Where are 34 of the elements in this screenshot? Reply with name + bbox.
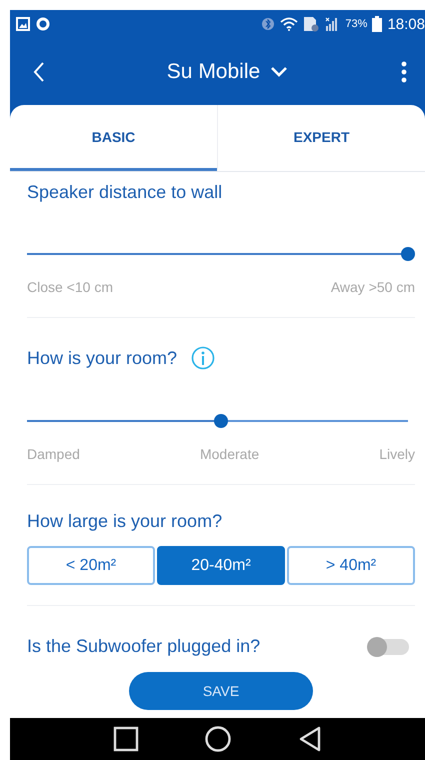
clock-time: 18:08 <box>387 16 425 32</box>
size-option-button[interactable]: > 40m² <box>287 546 415 585</box>
scale-label: Away >50 cm <box>330 279 415 295</box>
tab[interactable]: EXPERT <box>217 105 425 171</box>
save-button[interactable]: SAVE <box>129 672 313 710</box>
battery-percent: 73% <box>345 18 368 30</box>
slider-thumb[interactable] <box>401 247 415 261</box>
tab[interactable]: BASIC <box>10 105 217 171</box>
home-icon[interactable] <box>204 725 232 753</box>
question-label: Speaker distance to wall <box>27 182 222 203</box>
circle-icon <box>36 17 50 31</box>
slider[interactable] <box>27 247 415 261</box>
back-icon[interactable] <box>32 60 46 82</box>
size-option-button[interactable]: 20-40m² <box>157 546 285 585</box>
scale-label: Damped <box>27 446 80 462</box>
question-label: How large is your room? <box>27 511 222 532</box>
wifi-icon <box>280 17 298 31</box>
question-label: Is the Subwoofer plugged in? <box>27 636 260 657</box>
sim-card-icon <box>303 16 320 32</box>
slider-thumb[interactable] <box>214 414 228 428</box>
size-option-button[interactable]: < 20m² <box>27 546 155 585</box>
toggle-switch[interactable] <box>369 638 409 654</box>
chevron-down-icon[interactable] <box>270 66 288 78</box>
scale-label: Lively <box>379 446 415 462</box>
screen-title[interactable]: Su Mobile <box>166 60 260 84</box>
question-label: How is your room? <box>27 348 178 368</box>
bluetooth-icon <box>261 17 276 31</box>
image-icon <box>16 17 30 31</box>
scale-label: Close <10 cm <box>27 279 113 295</box>
scale-label: Moderate <box>200 446 260 462</box>
recent-apps-icon[interactable] <box>112 726 139 752</box>
back-triangle-icon[interactable] <box>298 726 322 752</box>
battery-icon <box>372 16 382 32</box>
more-menu-icon[interactable] <box>400 60 407 82</box>
